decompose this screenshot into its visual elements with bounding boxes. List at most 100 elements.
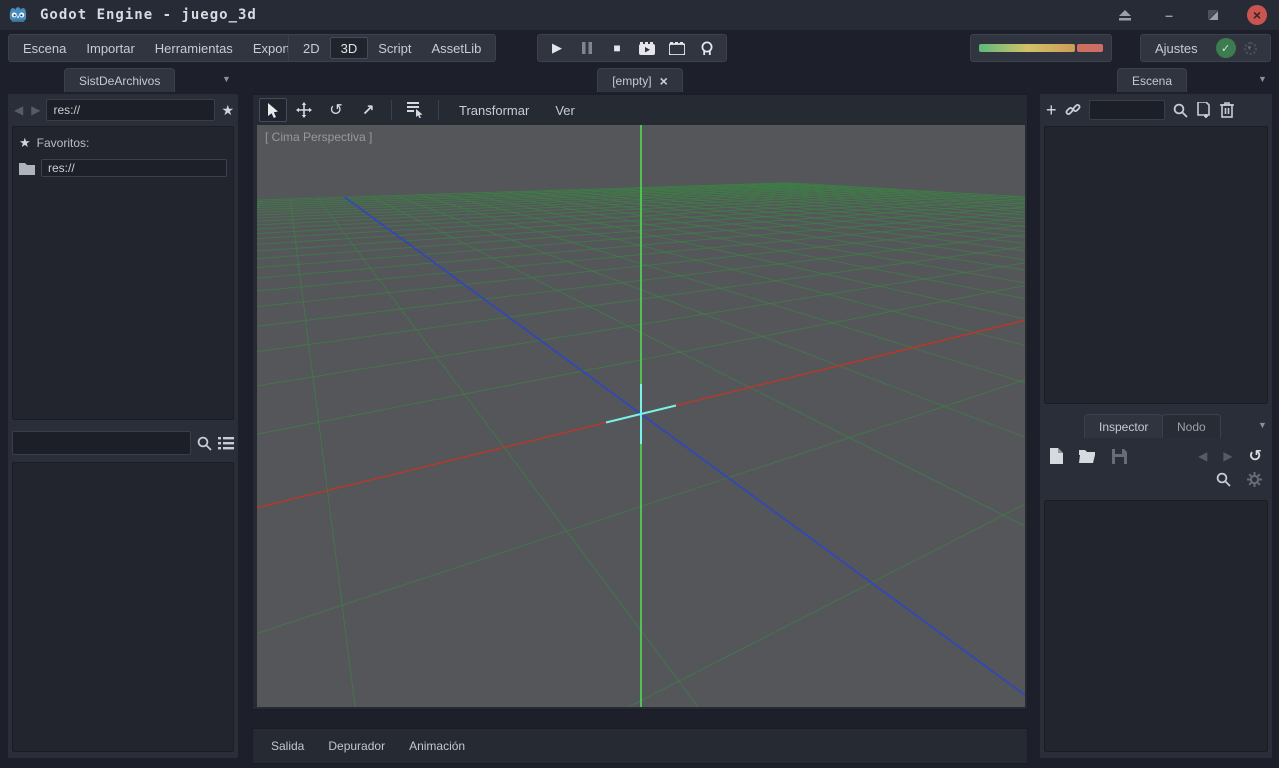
property-search-icon[interactable] <box>1216 472 1231 487</box>
pause-icon <box>582 42 592 54</box>
debugger-panel-button[interactable]: Depurador <box>318 735 395 757</box>
camera-view-label: [ Cima Perspectiva ] <box>265 130 373 144</box>
viewport-toolbar: ↺ ↗ Transformar Ver <box>253 95 1027 125</box>
tab-scene-dock[interactable]: Escena <box>1117 68 1188 92</box>
root-folder-selected: res:// <box>41 159 227 177</box>
shade-window-button[interactable] <box>1115 5 1135 25</box>
inspector-subtoolbar <box>1216 472 1262 487</box>
play-custom-scene-button[interactable] <box>662 36 692 60</box>
new-resource-icon[interactable] <box>1050 448 1063 464</box>
play-remote-debug-button[interactable] <box>692 36 722 60</box>
view-menu[interactable]: Ver <box>543 103 587 118</box>
workspace-group: 2D 3D Script AssetLib <box>288 34 497 62</box>
nav-forward-button[interactable]: ▶ <box>29 103 42 117</box>
minimize-window-button[interactable]: – <box>1159 5 1179 25</box>
history-forward-button[interactable]: ▶ <box>1223 449 1232 463</box>
bottom-panel-bar: Salida Depurador Animación <box>252 728 1028 764</box>
godot-editor-window: { "titlebar": { "title": "Godot Engine -… <box>0 0 1279 768</box>
tab-close-icon[interactable]: × <box>660 73 668 89</box>
right-dock-layout-dropdown[interactable]: ▼ <box>1258 74 1267 84</box>
path-field[interactable] <box>46 99 216 121</box>
inspector-toolbar: ◀ ▶ ↺ <box>1050 444 1262 468</box>
object-history-button[interactable]: ↺ <box>1249 446 1262 466</box>
filesystem-tree: ★ Favoritos: res:// <box>12 126 234 420</box>
menu-importar[interactable]: Importar <box>76 37 144 59</box>
stop-button[interactable]: ■ <box>602 36 632 60</box>
window-controls: – × <box>1115 0 1279 30</box>
favorite-toggle-button[interactable]: ★ <box>219 102 236 119</box>
maximize-window-button[interactable] <box>1203 5 1223 25</box>
play-custom-scene-icon <box>669 41 685 55</box>
favorites-row[interactable]: ★ Favoritos: <box>13 133 233 153</box>
transform-menu[interactable]: Transformar <box>447 103 541 118</box>
dock-tab-strip: SistDeArchivos ▼ [empty] × Escena ▼ <box>0 66 1279 92</box>
load-resource-folder-icon[interactable] <box>1079 449 1096 463</box>
workspace-script-button[interactable]: Script <box>368 37 421 59</box>
search-icon <box>197 436 212 451</box>
rotate-tool-button[interactable]: ↺ <box>321 98 351 122</box>
list-view-toggle-icon[interactable] <box>218 436 234 450</box>
left-dock-layout-dropdown[interactable]: ▼ <box>222 74 231 84</box>
inspector-tab-strip: Inspector Nodo ▼ <box>1040 412 1272 438</box>
save-resource-icon[interactable] <box>1112 448 1127 464</box>
workspace-assetlib-button[interactable]: AssetLib <box>421 37 491 59</box>
instance-scene-icon[interactable] <box>1065 102 1081 118</box>
inspector-options-gear-icon[interactable] <box>1247 472 1262 487</box>
workspace-2d-button[interactable]: 2D <box>293 37 330 59</box>
pause-button[interactable] <box>572 36 602 60</box>
output-panel-button[interactable]: Salida <box>261 735 314 757</box>
godot-logo-icon <box>9 7 27 22</box>
list-select-icon <box>407 102 423 118</box>
favorites-label: Favoritos: <box>36 136 90 150</box>
select-cursor-icon <box>267 102 278 118</box>
move-tool-button[interactable] <box>289 98 319 122</box>
scene-inspector-dock: + Inspector Nodo ▼ ◀ ▶ ↺ <box>1040 94 1272 758</box>
viewport-3d-grid <box>257 125 1025 707</box>
play-scene-button[interactable] <box>632 36 662 60</box>
filesystem-dock: ◀ ▶ ★ ★ Favoritos: res:// <box>8 94 238 758</box>
nav-back-button[interactable]: ◀ <box>12 103 25 117</box>
inspector-dock-dropdown[interactable]: ▼ <box>1258 420 1267 430</box>
tab-scene-dock-label: Escena <box>1132 73 1173 88</box>
play-scene-icon <box>639 41 655 55</box>
filesystem-files-area: icon.png <box>12 462 234 752</box>
settings-button[interactable]: Ajustes <box>1145 37 1208 59</box>
delete-node-icon[interactable] <box>1219 102 1234 118</box>
playback-group: ▶ ■ <box>537 34 727 62</box>
add-node-button[interactable]: + <box>1046 100 1057 121</box>
animation-panel-button[interactable]: Animación <box>399 735 475 757</box>
tab-filesystem[interactable]: SistDeArchivos <box>64 68 176 92</box>
remote-debug-icon <box>701 41 713 55</box>
tab-scene-empty[interactable]: [empty] × <box>597 68 683 92</box>
select-tool-button[interactable] <box>259 98 287 122</box>
root-folder-row[interactable]: res:// <box>13 157 233 179</box>
filesystem-search-bar <box>12 430 234 456</box>
close-window-button[interactable]: × <box>1247 5 1267 25</box>
eject-icon <box>1119 9 1131 20</box>
tab-filesystem-label: SistDeArchivos <box>79 73 161 88</box>
window-title: Godot Engine - juego_3d <box>40 7 257 23</box>
file-search-input[interactable] <box>12 431 191 455</box>
tab-node[interactable]: Nodo <box>1162 414 1221 438</box>
search-icon[interactable] <box>1173 103 1188 118</box>
status-check-icon: ✓ <box>1215 38 1236 58</box>
menu-herramientas[interactable]: Herramientas <box>145 37 243 59</box>
tab-scene-empty-label: [empty] <box>612 73 652 88</box>
scale-tool-button[interactable]: ↗ <box>353 98 383 122</box>
history-back-button[interactable]: ◀ <box>1198 449 1207 463</box>
update-spinner-icon[interactable] <box>1243 41 1257 55</box>
tab-inspector[interactable]: Inspector <box>1084 414 1164 438</box>
toolbar-separator <box>438 100 439 120</box>
scene-filter-input[interactable] <box>1088 100 1165 120</box>
viewport-3d[interactable]: [ Cima Perspectiva ] <box>257 125 1025 707</box>
play-button[interactable]: ▶ <box>542 36 572 60</box>
workspace-3d-button[interactable]: 3D <box>329 37 369 59</box>
attach-script-icon[interactable] <box>1196 102 1212 118</box>
list-select-tool-button[interactable] <box>400 98 430 122</box>
inspector-panel: ◀ ▶ ↺ <box>1040 438 1272 758</box>
inspector-properties-area[interactable] <box>1044 500 1268 752</box>
menu-escena[interactable]: Escena <box>13 37 76 59</box>
scene-tree-area[interactable] <box>1044 126 1268 404</box>
performance-bar-panel <box>970 34 1112 62</box>
filesystem-toolbar: ◀ ▶ ★ <box>12 98 234 122</box>
